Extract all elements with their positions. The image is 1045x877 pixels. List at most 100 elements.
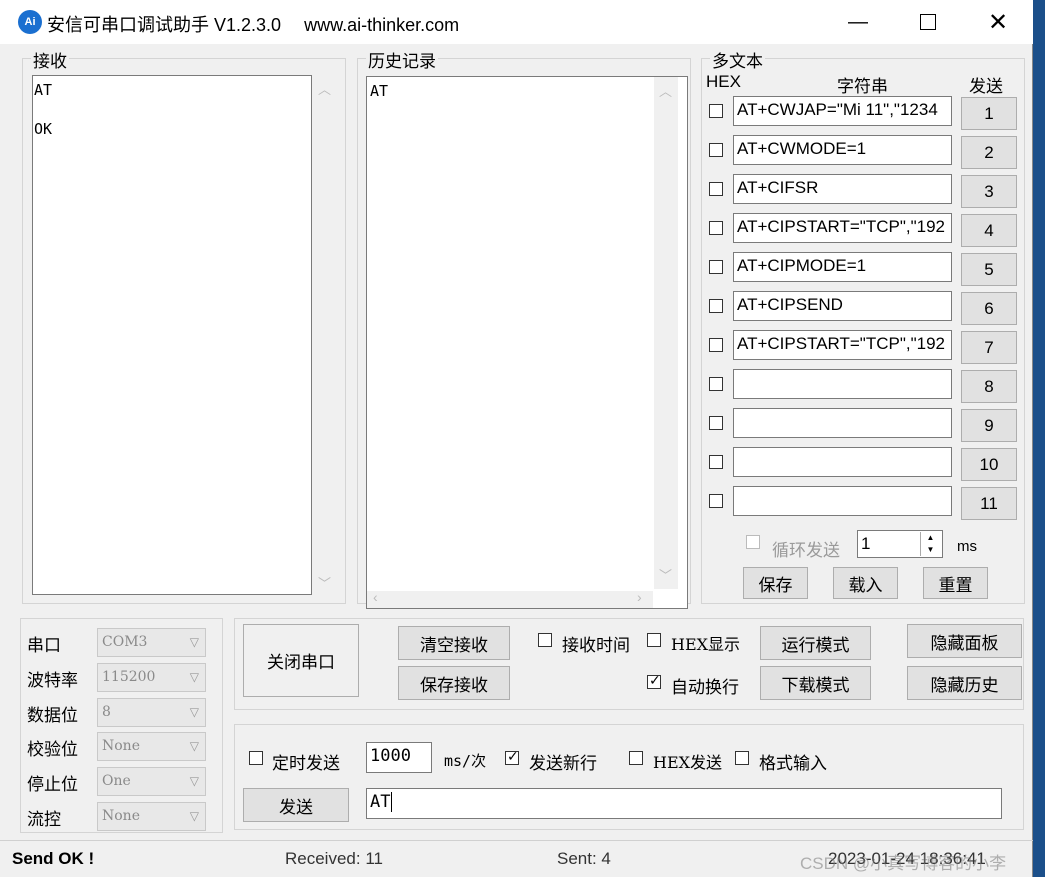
interval-spinner[interactable]: ▲ ▼: [920, 532, 940, 556]
hide-history-button[interactable]: 隐藏历史: [907, 666, 1022, 700]
port-field-select[interactable]: None ▽: [97, 802, 206, 831]
send-input[interactable]: AT: [366, 788, 1002, 819]
multi-send-button[interactable]: 4: [961, 214, 1017, 247]
hex-row-checkbox[interactable]: [709, 455, 723, 469]
multi-text-input[interactable]: AT+CIPSTART="TCP","192: [733, 213, 952, 243]
maximize-icon: [920, 14, 936, 30]
multi-send-button[interactable]: 8: [961, 370, 1017, 403]
multi-text-input[interactable]: [733, 486, 952, 516]
loop-send-checkbox[interactable]: [746, 535, 760, 549]
history-label: 历史记录: [366, 47, 438, 72]
hex-row-checkbox[interactable]: [709, 416, 723, 430]
send-newline-checkbox[interactable]: [505, 748, 519, 765]
minimize-button[interactable]: —: [823, 0, 893, 44]
port-field-select[interactable]: One ▽: [97, 767, 206, 797]
scroll-up-icon[interactable]: ︿: [659, 81, 672, 100]
scroll-up-icon[interactable]: ︿: [318, 79, 331, 98]
multi-text-input[interactable]: AT+CIPSEND: [733, 291, 952, 321]
history-item[interactable]: AT: [370, 82, 687, 100]
multi-text-input[interactable]: AT+CIPSTART="TCP","192: [733, 330, 952, 360]
history-list[interactable]: AT: [366, 76, 688, 609]
multi-send-button[interactable]: 6: [961, 292, 1017, 325]
multi-text-input[interactable]: AT+CWJAP="Mi 11","1234: [733, 96, 952, 126]
hex-row-checkbox[interactable]: [709, 221, 723, 235]
download-mode-button[interactable]: 下载模式: [760, 666, 871, 700]
title-bar: Ai 安信可串口调试助手 V1.2.3.0 www.ai-thinker.com…: [0, 0, 1033, 44]
port-field-label: 串口: [27, 636, 61, 655]
hide-panel-button[interactable]: 隐藏面板: [907, 624, 1022, 658]
send-button[interactable]: 发送: [243, 788, 349, 822]
multi-text-value: AT+CIPSEND: [737, 295, 843, 314]
run-mode-button[interactable]: 运行模式: [760, 626, 871, 660]
chevron-down-icon[interactable]: ▽: [190, 629, 199, 655]
receive-scrollbar[interactable]: ︿ ﹀: [313, 75, 337, 595]
multi-send-button[interactable]: 1: [961, 97, 1017, 130]
multi-text-input[interactable]: [733, 447, 952, 477]
timed-send-checkbox[interactable]: [249, 751, 263, 765]
port-field-value: None: [102, 808, 140, 824]
chevron-down-icon[interactable]: ▽: [190, 733, 199, 759]
format-input-checkbox[interactable]: [735, 751, 749, 765]
chevron-down-icon[interactable]: ▽: [190, 768, 199, 794]
scroll-left-icon[interactable]: ‹: [373, 589, 378, 605]
auto-newline-checkbox[interactable]: [647, 672, 661, 689]
hex-row-checkbox[interactable]: [709, 104, 723, 118]
send-newline-label: 发送新行: [529, 754, 597, 773]
send-input-value: AT: [370, 792, 391, 812]
loop-interval-value: 1: [861, 534, 871, 553]
load-multi-button[interactable]: 载入: [833, 567, 898, 599]
multi-text-label: 多文本: [710, 47, 765, 72]
hex-row-checkbox[interactable]: [709, 182, 723, 196]
hex-display-checkbox[interactable]: [647, 633, 661, 647]
spin-down-icon[interactable]: ▼: [921, 544, 940, 556]
port-field-select[interactable]: 8 ▽: [97, 697, 206, 727]
hex-send-checkbox[interactable]: [629, 751, 643, 765]
receive-line: OK: [34, 120, 53, 138]
spin-up-icon[interactable]: ▲: [921, 532, 940, 544]
hex-row-checkbox[interactable]: [709, 299, 723, 313]
hex-column-header: HEX: [706, 72, 741, 91]
save-receive-button[interactable]: 保存接收: [398, 666, 510, 700]
scroll-down-icon[interactable]: ﹀: [659, 565, 672, 584]
port-field-select[interactable]: COM3 ▽: [97, 628, 206, 657]
hex-row-checkbox[interactable]: [709, 494, 723, 508]
multi-send-button[interactable]: 9: [961, 409, 1017, 442]
save-multi-button[interactable]: 保存: [743, 567, 808, 599]
hex-send-label: HEX发送: [653, 753, 723, 772]
port-field-label: 停止位: [27, 775, 78, 795]
multi-send-button[interactable]: 2: [961, 136, 1017, 169]
port-field-select[interactable]: None ▽: [97, 732, 206, 762]
hex-row-checkbox[interactable]: [709, 143, 723, 157]
chevron-down-icon[interactable]: ▽: [190, 699, 199, 725]
multi-send-button[interactable]: 11: [961, 487, 1017, 520]
reset-multi-button[interactable]: 重置: [923, 567, 988, 599]
hex-row-checkbox[interactable]: [709, 338, 723, 352]
hex-row-checkbox[interactable]: [709, 377, 723, 391]
receive-textarea[interactable]: AT OK: [32, 75, 312, 595]
multi-text-input[interactable]: AT+CWMODE=1: [733, 135, 952, 165]
hex-row-checkbox[interactable]: [709, 260, 723, 274]
multi-send-button[interactable]: 7: [961, 331, 1017, 364]
close-icon: ✕: [987, 8, 1009, 36]
maximize-button[interactable]: [893, 0, 963, 44]
multi-text-input[interactable]: AT+CIPMODE=1: [733, 252, 952, 282]
scroll-right-icon[interactable]: ›: [637, 589, 642, 605]
close-button[interactable]: ✕: [963, 0, 1033, 44]
multi-text-input[interactable]: [733, 369, 952, 399]
history-hscrollbar[interactable]: ‹ ›: [367, 589, 653, 608]
receive-time-checkbox[interactable]: [538, 633, 552, 647]
csdn-watermark: CSDN @小真写博客的小李: [800, 854, 1007, 873]
multi-send-button[interactable]: 3: [961, 175, 1017, 208]
send-period-input[interactable]: 1000: [366, 742, 432, 773]
multi-text-input[interactable]: [733, 408, 952, 438]
multi-send-button[interactable]: 5: [961, 253, 1017, 286]
multi-send-button[interactable]: 10: [961, 448, 1017, 481]
history-vscrollbar[interactable]: ︿ ﹀: [654, 77, 678, 589]
chevron-down-icon[interactable]: ▽: [190, 803, 199, 829]
chevron-down-icon[interactable]: ▽: [190, 664, 199, 690]
close-port-button[interactable]: 关闭串口: [243, 624, 359, 697]
multi-text-input[interactable]: AT+CIFSR: [733, 174, 952, 204]
port-field-select[interactable]: 115200 ▽: [97, 662, 206, 692]
scroll-down-icon[interactable]: ﹀: [318, 573, 331, 592]
clear-receive-button[interactable]: 清空接收: [398, 626, 510, 660]
